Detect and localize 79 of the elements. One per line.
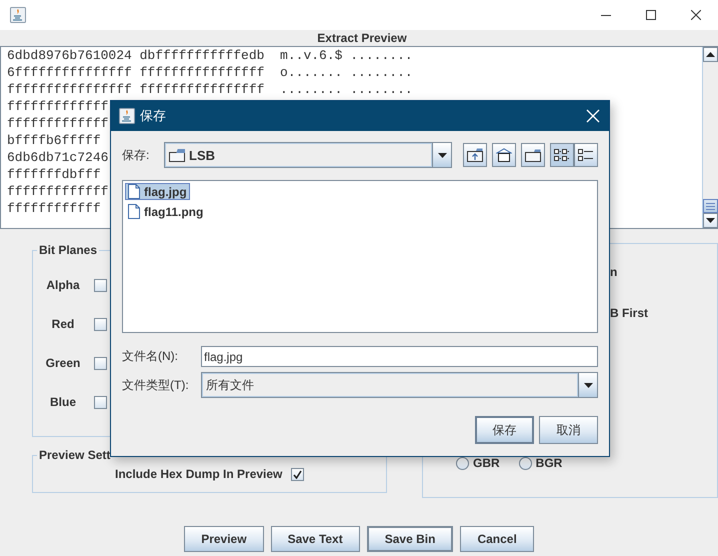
preview-title: Extract Preview xyxy=(316,31,407,45)
radio-label: BGR xyxy=(536,456,562,470)
checkbox[interactable] xyxy=(94,396,107,408)
radio-button[interactable] xyxy=(456,456,469,470)
folder-dropdown[interactable]: LSB xyxy=(164,142,452,168)
close-icon xyxy=(585,108,601,124)
folder-icon xyxy=(169,148,185,162)
group-title: Preview Sett xyxy=(38,448,112,462)
close-button[interactable] xyxy=(585,108,601,124)
file-type-dropdown[interactable]: 所有文件 xyxy=(201,372,598,398)
checkbox[interactable] xyxy=(94,278,107,292)
new-folder-icon xyxy=(525,148,541,162)
details-view-icon xyxy=(578,148,594,162)
toolbar-button[interactable] xyxy=(521,143,545,167)
file-icon xyxy=(128,184,140,199)
up-arrow-icon xyxy=(706,52,715,57)
file-name-field[interactable]: flag.jpg xyxy=(201,346,598,367)
file-name: flag11.png xyxy=(144,204,204,218)
dialog-title: 保存 xyxy=(140,107,166,125)
file-name-label: 文件名(N): xyxy=(122,348,179,365)
caret-icon xyxy=(438,152,446,158)
plane-label: Green xyxy=(44,356,82,370)
action-button[interactable]: Preview xyxy=(184,526,264,552)
maximize-icon xyxy=(646,10,656,20)
option-label: n xyxy=(610,264,618,281)
caret-icon xyxy=(584,382,592,388)
scroll-thumb[interactable] xyxy=(703,199,718,213)
action-button[interactable]: Save Bin xyxy=(366,526,454,552)
dialog-button[interactable]: 取消 xyxy=(539,416,598,444)
file-type-label: 文件类型(T): xyxy=(122,376,190,394)
hex-line: fffffffffffff xyxy=(7,98,108,115)
group-title: Bit Planes xyxy=(38,243,98,257)
list-view-icon xyxy=(554,148,570,162)
dropdown-button[interactable] xyxy=(432,143,451,167)
checkbox[interactable] xyxy=(94,318,107,330)
scroll-up-button[interactable] xyxy=(703,47,718,62)
radio-button[interactable] xyxy=(518,456,532,470)
plane-label: Blue xyxy=(48,395,77,409)
file-name: flag.jpg xyxy=(144,184,187,198)
hex-line: 6fffffffffffffff ffffffffffffffff o....... ........ xyxy=(7,64,413,81)
checkbox[interactable] xyxy=(291,468,304,480)
hex-line: 6dbd8976b7610024 dbfffffffffffedb m..v.6.$ ........ xyxy=(7,47,413,64)
toolbar-button[interactable] xyxy=(550,143,574,167)
hex-line: fffffffdbfff xyxy=(7,166,101,183)
action-button[interactable]: Cancel xyxy=(460,526,534,552)
checkmark-icon xyxy=(293,470,302,478)
toolbar-button[interactable] xyxy=(492,143,516,167)
folder-name: LSB xyxy=(189,148,215,162)
hex-line: fffffffffffff xyxy=(7,183,108,200)
look-in-label: 保存: xyxy=(122,146,150,164)
scrollbar[interactable] xyxy=(702,47,718,228)
file-item[interactable]: flag.jpg xyxy=(125,183,190,200)
home-icon xyxy=(496,148,512,162)
option-label: Include Hex Dump In Preview xyxy=(115,467,282,481)
hex-line: bffffb6fffff xyxy=(7,132,101,149)
folder-up-icon xyxy=(467,148,483,162)
close-icon xyxy=(690,10,700,20)
checkbox[interactable] xyxy=(94,356,107,370)
hex-line: fffffffffffff xyxy=(7,115,108,132)
file-item[interactable]: flag11.png xyxy=(125,203,206,220)
file-type-value: 所有文件 xyxy=(206,376,254,394)
file-icon xyxy=(128,204,140,219)
option-label: B First xyxy=(610,305,650,322)
minimize-icon xyxy=(600,14,610,16)
dropdown-button[interactable] xyxy=(578,373,597,397)
hex-line: 6db6db71c7246 xyxy=(7,149,108,166)
radio-label: GBR xyxy=(473,456,500,470)
app-icon xyxy=(119,108,135,124)
toolbar-button[interactable] xyxy=(463,143,487,167)
hex-line: ffffffffffff xyxy=(7,200,101,217)
down-arrow-icon xyxy=(706,218,715,223)
toolbar-button[interactable] xyxy=(574,143,598,167)
scroll-down-button[interactable] xyxy=(703,213,718,228)
action-button[interactable]: Save Text xyxy=(270,526,360,552)
plane-label: Red xyxy=(50,317,76,331)
plane-label: Alpha xyxy=(45,278,81,292)
dialog-button[interactable]: 保存 xyxy=(475,416,534,444)
hex-line: ffffffffffffffff ffffffffffffffff ........ ........ xyxy=(7,81,413,98)
app-icon xyxy=(10,7,26,23)
